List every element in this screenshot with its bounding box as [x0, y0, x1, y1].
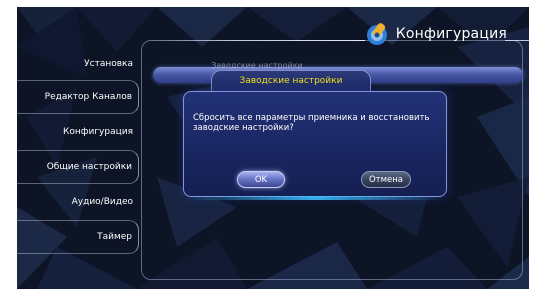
sidebar-item-label: Установка	[84, 59, 133, 69]
sidebar-item-general-settings[interactable]: Общие настройки	[17, 150, 139, 184]
sidebar-item-configuration[interactable]: Конфигурация	[17, 115, 139, 149]
sidebar-item-label: Конфигурация	[63, 127, 133, 137]
cancel-button-label: Отмена	[368, 174, 404, 185]
selected-menu-row-label: Заводские настройки	[211, 61, 303, 70]
cancel-button[interactable]: Отмена	[361, 171, 411, 188]
tv-screen: Конфигурация Установка Редактор Каналов …	[17, 7, 529, 289]
page-header: Конфигурация	[364, 21, 507, 47]
ok-button[interactable]: OK	[237, 171, 285, 188]
dialog-message: Сбросить все параметры приемника и восст…	[193, 113, 430, 133]
sidebar-item-label: Аудио/Видео	[71, 197, 133, 207]
wrench-settings-icon	[366, 23, 387, 45]
sidebar-item-label: Общие настройки	[46, 162, 132, 172]
sidebar-item-install[interactable]: Установка	[17, 47, 139, 81]
header-divider	[145, 40, 365, 41]
header-divider-end	[505, 40, 529, 41]
sidebar-item-label: Таймер	[97, 232, 132, 242]
sidebar-item-audio-video[interactable]: Аудио/Видео	[17, 185, 139, 219]
sidebar-item-timer[interactable]: Таймер	[17, 220, 139, 254]
dialog-title: Заводские настройки	[239, 76, 343, 86]
page-title: Конфигурация	[395, 26, 507, 42]
ok-button-label: OK	[254, 174, 268, 185]
sidebar-item-label: Редактор Каналов	[44, 92, 132, 102]
sidebar-item-channel-editor[interactable]: Редактор Каналов	[17, 80, 139, 114]
dialog-bottom-glow	[187, 196, 443, 200]
